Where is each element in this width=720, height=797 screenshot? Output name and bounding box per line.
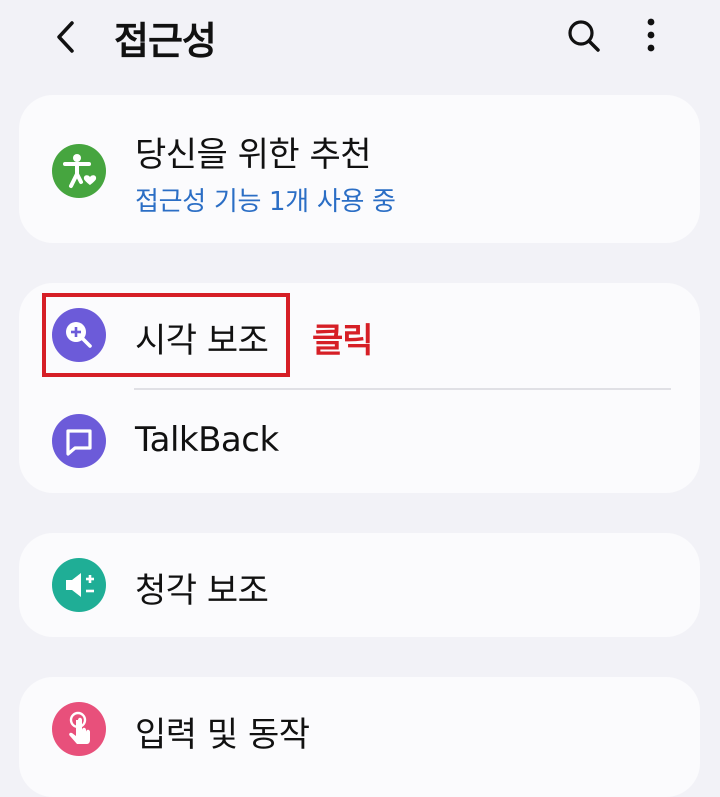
accessibility-person-icon — [52, 144, 106, 198]
search-button[interactable] — [564, 16, 604, 56]
talkback-label: TalkBack — [135, 420, 279, 460]
click-highlight-box — [42, 293, 290, 377]
search-icon — [568, 20, 600, 52]
list-item-hearing-assist[interactable]: 청각 보조 — [19, 533, 700, 637]
back-button[interactable] — [50, 17, 84, 57]
list-item-talkback[interactable]: TalkBack — [19, 390, 700, 493]
settings-group-input: 입력 및 동작 — [19, 677, 700, 797]
page-title: 접근성 — [114, 19, 217, 63]
click-annotation: 클릭 — [312, 321, 374, 361]
hand-touch-icon — [52, 702, 106, 756]
app-header: 접근성 — [0, 0, 720, 76]
more-vertical-icon — [647, 18, 655, 52]
recommend-subtitle: 접근성 기능 1개 사용 중 — [135, 187, 396, 217]
list-item-input-interaction[interactable]: 입력 및 동작 — [19, 677, 700, 787]
recommend-label: 당신을 위한 추천 — [135, 135, 372, 175]
speaker-plus-minus-icon — [52, 558, 106, 612]
recommend-card[interactable]: 당신을 위한 추천 접근성 기능 1개 사용 중 — [19, 95, 700, 243]
speech-bubble-icon — [52, 414, 106, 468]
hearing-assist-label: 청각 보조 — [135, 571, 269, 611]
settings-group-hearing: 청각 보조 — [19, 533, 700, 637]
more-options-button[interactable] — [636, 14, 666, 56]
input-interaction-label: 입력 및 동작 — [135, 715, 310, 755]
chevron-left-icon — [57, 21, 74, 53]
